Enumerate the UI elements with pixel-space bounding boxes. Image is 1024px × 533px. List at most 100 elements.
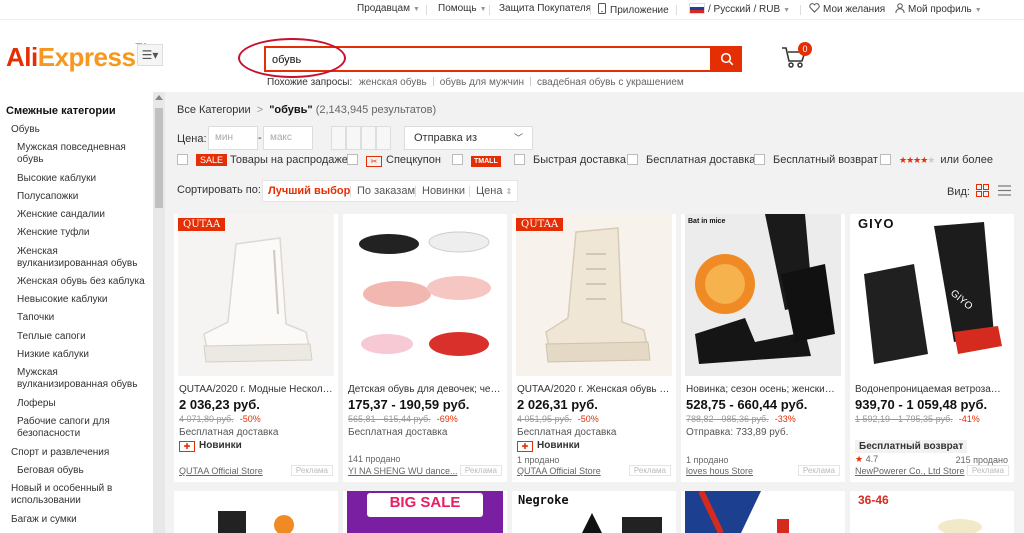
product-card[interactable] [174, 491, 338, 533]
product-image[interactable] [685, 214, 841, 376]
search-input[interactable] [272, 51, 692, 69]
sidebar-item[interactable]: Женская обувь без каблука [17, 276, 147, 288]
checkbox[interactable] [627, 154, 638, 165]
store-link[interactable]: NewPowerer Co., Ltd Store [855, 466, 975, 476]
sidebar-item[interactable]: Спорт и развлечения [11, 447, 141, 459]
product-card[interactable]: QUTAA QUTAA/2020 г. Модные Нескольз... 2… [174, 214, 338, 482]
gift-icon: ✚ [517, 441, 533, 452]
product-card[interactable] [681, 491, 845, 533]
sidebar-item[interactable]: Мужская повседневная обувь [17, 142, 147, 166]
sidebar-item[interactable]: Обувь [11, 124, 141, 136]
categories-menu-button[interactable]: ☰▾ [137, 44, 163, 66]
sidebar-item[interactable]: Беговая обувь [17, 465, 147, 477]
product-image[interactable] [178, 214, 334, 376]
filter-free-return[interactable]: Бесплатный возврат [754, 154, 878, 166]
filter-free-delivery[interactable]: Бесплатная доставка [627, 154, 755, 166]
sidebar-item[interactable]: Лоферы [17, 398, 147, 410]
sort-by-newest[interactable]: Новинки [422, 185, 465, 197]
sidebar-item[interactable]: Полусапожки [17, 191, 147, 203]
russia-flag-icon [689, 3, 705, 14]
sidebar-item[interactable]: Женская вулканизированная обувь [17, 246, 147, 270]
help-menu[interactable]: Помощь ▼ [438, 3, 487, 14]
product-card[interactable]: Bat in mice Новинка; сезон осень; женски… [681, 214, 845, 482]
store-link[interactable]: QUTAA Official Store [517, 466, 627, 476]
price-range-preset[interactable] [346, 126, 361, 150]
sidebar-item[interactable]: Багаж и сумки [11, 514, 141, 526]
locale-selector[interactable]: / Русский / RUB ▼ [689, 3, 790, 15]
checkbox[interactable] [754, 154, 765, 165]
buyer-protection-link[interactable]: Защита Покупателя [499, 3, 591, 14]
price-max-input[interactable]: макс [263, 126, 313, 150]
product-card[interactable]: GIYO GIYO Водонепроницаемая ветрозащи...… [850, 214, 1014, 482]
filter-rating[interactable]: ★★★★★ или более [880, 154, 993, 166]
sellers-menu[interactable]: Продавцам ▼ [357, 3, 420, 14]
product-title[interactable]: Водонепроницаемая ветрозащи... [855, 384, 1009, 395]
sidebar-item[interactable]: Тапочки [17, 312, 147, 324]
filter-tmall[interactable]: TMALL [452, 154, 501, 167]
product-card[interactable]: 36-46 [850, 491, 1014, 533]
sidebar-item[interactable]: Невысокие каблуки [17, 294, 147, 306]
chevron-down-icon: ▼ [479, 6, 487, 13]
store-link[interactable]: loves hous Store [686, 466, 796, 476]
product-card[interactable]: BIG SALE [343, 491, 507, 533]
product-title[interactable]: QUTAA/2020 г. Модные Нескольз... [179, 384, 333, 395]
checkbox[interactable] [177, 154, 188, 165]
checkbox[interactable] [452, 154, 463, 165]
profile-menu[interactable]: Мой профиль ▼ [895, 3, 982, 15]
product-title[interactable]: Детская обувь для девочек; чеш... [348, 384, 502, 395]
related-query[interactable]: свадебная обувь с украшением [537, 77, 684, 88]
sidebar-scrollbar[interactable] [153, 92, 165, 533]
store-link[interactable]: YI NA SHENG WU dance... [348, 466, 458, 476]
product-card[interactable]: Negroke [512, 491, 676, 533]
sold-count: 215 продано [955, 455, 1008, 465]
price-range-preset[interactable] [376, 126, 391, 150]
checkbox[interactable] [880, 154, 891, 165]
search-button[interactable] [712, 46, 742, 72]
product-card[interactable]: Детская обувь для девочек; чеш... 175,37… [343, 214, 507, 482]
filter-fast-delivery[interactable]: Быстрая доставка [514, 154, 626, 166]
checkbox[interactable] [347, 154, 358, 165]
sidebar-item[interactable]: Новый и особенный в использовании [11, 483, 141, 507]
product-title[interactable]: Новинка; сезон осень; женские б... [686, 384, 840, 395]
sort-by-orders[interactable]: По заказам [357, 185, 415, 197]
price-range-preset[interactable] [331, 126, 346, 150]
scrollbar-thumb[interactable] [155, 108, 163, 208]
filter-coupon[interactable]: ✂ Спецкупон [347, 154, 441, 167]
sidebar-item[interactable]: Высокие каблуки [17, 173, 147, 185]
sort-best-match[interactable]: Лучший выбор [268, 185, 350, 197]
product-card[interactable]: QUTAA QUTAA/2020 г. Женская обувь из ...… [512, 214, 676, 482]
sidebar-item[interactable]: Рабочие сапоги для безопасности [17, 416, 147, 440]
sort-by-price[interactable]: Цена ⇕ [476, 185, 512, 197]
new-badge: ✚ Новинки [179, 440, 242, 452]
product-image[interactable] [347, 214, 503, 376]
ship-from-select[interactable]: Отправка из ﹀ [404, 126, 533, 150]
aliexpress-logo[interactable]: AliExpressTM [6, 42, 146, 73]
list-view-icon[interactable] [998, 184, 1011, 197]
scroll-up-icon[interactable] [155, 95, 163, 100]
sidebar-item[interactable]: Женские туфли [17, 227, 147, 239]
sidebar-item[interactable]: Мужская вулканизированная обувь [17, 367, 147, 391]
price-range-preset[interactable] [361, 126, 376, 150]
related-query[interactable]: женская обувь [359, 77, 427, 88]
sidebar-item[interactable]: Низкие каблуки [17, 349, 147, 361]
product-image[interactable] [516, 214, 672, 376]
product-image[interactable]: GIYO [854, 214, 1010, 376]
price-min-input[interactable]: мин [208, 126, 258, 150]
sidebar-item[interactable]: Теплые сапоги [17, 331, 147, 343]
wishlist-link[interactable]: Мои желания [809, 3, 885, 15]
checkbox[interactable] [514, 154, 525, 165]
store-link[interactable]: QUTAA Official Store [179, 466, 289, 476]
related-query[interactable]: обувь для мужчин [440, 77, 524, 88]
sidebar-item[interactable]: Женские сандалии [17, 209, 147, 221]
brand-badge: QUTAA [178, 218, 226, 231]
breadcrumb-all-categories[interactable]: Все Категории [177, 104, 251, 116]
app-link[interactable]: Приложение [598, 3, 669, 16]
ad-label: Реклама [459, 465, 502, 476]
product-old-price: 4 051,95 руб. -50% [517, 414, 599, 424]
header: AliExpressTM ☰▾ 0 Похожие запросы: женск… [0, 20, 1024, 92]
divider [489, 5, 490, 15]
filter-sale[interactable]: SALE Товары на распродаже [177, 154, 348, 166]
divider [676, 5, 677, 15]
product-title[interactable]: QUTAA/2020 г. Женская обувь из ... [517, 384, 671, 395]
grid-view-icon[interactable] [976, 184, 989, 197]
